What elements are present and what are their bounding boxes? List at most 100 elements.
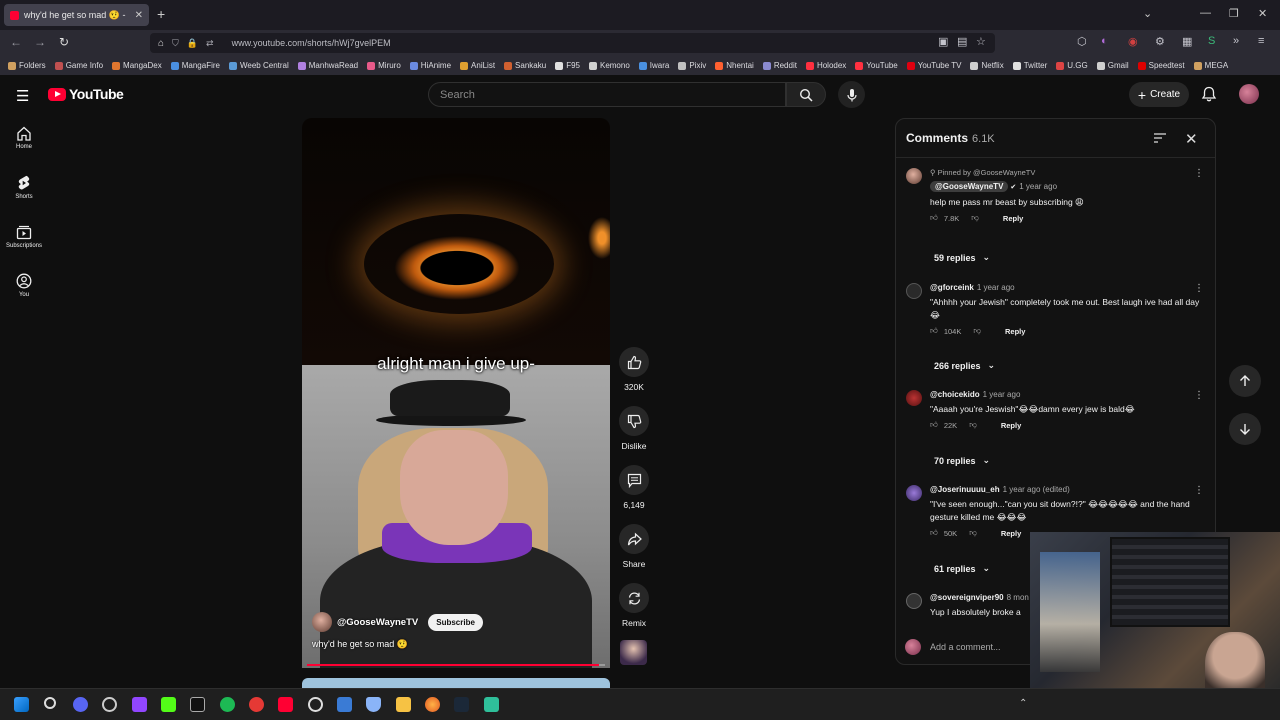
x-app-icon[interactable] xyxy=(190,697,205,712)
spotify-icon[interactable] xyxy=(220,697,235,712)
bookmark-item[interactable]: Nhentai xyxy=(715,61,754,70)
bookmark-item[interactable]: Speedtest xyxy=(1137,61,1185,70)
notifications-bell-icon[interactable] xyxy=(1201,86,1217,108)
nav-item-you[interactable]: You xyxy=(0,273,48,298)
reply-button[interactable]: Reply xyxy=(1005,327,1025,336)
comment-dislike-icon[interactable]: 👎︎ xyxy=(969,420,977,430)
bookmark-item[interactable]: Miruro xyxy=(367,61,401,70)
security-shield-icon[interactable] xyxy=(366,697,381,712)
short-video-player[interactable]: alright man i give up- @GooseWayneTV Sub… xyxy=(302,118,610,668)
reader-icon[interactable]: ▤ xyxy=(957,35,967,48)
menu-icon[interactable]: ≡ xyxy=(1258,35,1264,47)
bookmark-item[interactable]: YouTube TV xyxy=(906,61,961,70)
create-button[interactable]: + Create xyxy=(1129,82,1189,107)
screenshot-icon[interactable]: ▣ xyxy=(938,35,948,48)
video-progress-bar[interactable] xyxy=(307,664,605,666)
youtube-logo[interactable]: YouTube xyxy=(48,86,124,102)
system-tray-chevron-icon[interactable]: ⌃ xyxy=(1019,698,1027,709)
bookmark-item[interactable]: F95 xyxy=(555,61,580,70)
taskbar-search-icon[interactable] xyxy=(44,697,56,709)
channel-name[interactable]: @GooseWayneTV xyxy=(337,617,418,628)
bookmark-item[interactable]: Iwara xyxy=(638,61,669,70)
voice-search-button[interactable] xyxy=(838,81,865,108)
search-button[interactable] xyxy=(786,82,826,107)
add-comment-row[interactable]: Add a comment... xyxy=(895,633,1035,661)
comment-like-icon[interactable]: 👍︎ xyxy=(930,420,938,430)
comment-like-icon[interactable]: 👍︎ xyxy=(930,528,938,538)
discord-icon[interactable] xyxy=(73,697,88,712)
bookmark-item[interactable]: Folders xyxy=(8,61,46,70)
bookmark-item[interactable]: AniList xyxy=(460,61,495,70)
overflow-chevron-icon[interactable]: » xyxy=(1233,35,1239,47)
lock-icon[interactable]: 🔒 xyxy=(187,38,198,49)
file-explorer-icon[interactable] xyxy=(396,697,411,712)
bookmark-item[interactable]: Reddit xyxy=(762,61,797,70)
comment-more-icon[interactable]: ⋮ xyxy=(1194,168,1204,179)
video-title[interactable]: why'd he get so mad 🤨 xyxy=(312,639,408,650)
reload-icon[interactable]: ↻ xyxy=(59,35,69,49)
reply-button[interactable]: Reply xyxy=(1001,529,1021,538)
back-icon[interactable]: ← xyxy=(10,35,22,49)
sort-icon[interactable] xyxy=(1153,131,1167,149)
photos-icon[interactable] xyxy=(337,697,352,712)
browser-tab[interactable]: why'd he get so mad 🤨 - ✕ xyxy=(4,4,149,26)
extension-3-icon[interactable]: ◉ xyxy=(1128,35,1138,48)
permissions-icon[interactable]: ⇄ xyxy=(206,38,214,49)
tab-list-chevron-icon[interactable]: ⌄ xyxy=(1143,7,1152,20)
extension-5-icon[interactable]: ▦ xyxy=(1182,35,1192,48)
window-close-icon[interactable]: ✕ xyxy=(1258,7,1267,20)
comment-author[interactable]: @GooseWayneTV xyxy=(930,181,1009,192)
restore-icon[interactable]: ❐ xyxy=(1229,7,1239,20)
comment-like-icon[interactable]: 👍︎ xyxy=(930,213,938,223)
add-comment-placeholder[interactable]: Add a comment... xyxy=(930,642,1001,652)
bookmark-item[interactable]: MangaFire xyxy=(170,61,220,70)
nav-item-shorts[interactable]: Shorts xyxy=(0,175,48,200)
account-avatar[interactable] xyxy=(1239,84,1259,104)
next-short-preview[interactable] xyxy=(302,678,610,688)
bookmark-item[interactable]: Twitter xyxy=(1012,61,1047,70)
nav-item-home[interactable]: Home xyxy=(0,126,48,150)
address-bar[interactable]: ⌂ ⛉ 🔒 ⇄ www.youtube.com/shorts/hWj7gvelP… xyxy=(150,33,995,53)
shield-icon[interactable]: ⛉ xyxy=(172,38,179,49)
bookmark-item[interactable]: YouTube xyxy=(855,61,898,70)
comment-avatar[interactable] xyxy=(906,390,922,406)
comment-author[interactable]: @Joserinuuuu_eh xyxy=(930,485,1000,494)
like-button[interactable] xyxy=(619,347,649,377)
comment-more-icon[interactable]: ⋮ xyxy=(1194,485,1204,496)
share-button[interactable] xyxy=(619,524,649,554)
media-player-icon[interactable] xyxy=(308,697,323,712)
app-red-icon[interactable] xyxy=(249,697,264,712)
comment-avatar[interactable] xyxy=(906,283,922,299)
hamburger-menu-icon[interactable]: ☰ xyxy=(16,87,29,105)
twitch-icon[interactable] xyxy=(132,697,147,712)
extension-4-icon[interactable]: ⚙ xyxy=(1155,35,1165,48)
reply-button[interactable]: Reply xyxy=(1001,421,1021,430)
comment-dislike-icon[interactable]: 👎︎ xyxy=(971,213,979,223)
next-short-button[interactable] xyxy=(1229,413,1261,445)
close-comments-icon[interactable]: ✕ xyxy=(1185,130,1198,148)
minimize-icon[interactable]: — xyxy=(1200,7,1211,19)
kick-icon[interactable] xyxy=(161,697,176,712)
bookmark-item[interactable]: MEGA xyxy=(1193,61,1228,70)
comment-dislike-icon[interactable]: 👎︎ xyxy=(973,326,981,336)
steam-icon[interactable] xyxy=(454,697,469,712)
extension-icon[interactable]: ⬡ xyxy=(1077,35,1087,48)
replies-toggle[interactable]: 59 replies ⌄ xyxy=(934,252,990,263)
comment-author[interactable]: @gforceink xyxy=(930,283,974,292)
settings-gear-icon[interactable] xyxy=(102,697,117,712)
bookmark-item[interactable]: Weeb Central xyxy=(228,61,289,70)
comment-avatar[interactable] xyxy=(906,485,922,501)
youtube-app-icon[interactable] xyxy=(278,697,293,712)
bookmark-item[interactable]: HiAnime xyxy=(409,61,451,70)
replies-toggle[interactable]: 266 replies ⌄ xyxy=(934,360,995,371)
home-icon[interactable]: ⌂ xyxy=(158,38,164,49)
comments-button[interactable] xyxy=(619,465,649,495)
forward-icon[interactable]: → xyxy=(34,35,46,49)
start-windows-icon[interactable] xyxy=(14,697,29,712)
bookmark-item[interactable]: Holodex xyxy=(805,61,846,70)
comment-dislike-icon[interactable]: 👎︎ xyxy=(969,528,977,538)
extension-2-icon[interactable]: ◐ xyxy=(1101,35,1108,47)
comment-like-icon[interactable]: 👍︎ xyxy=(930,326,938,336)
search-input-wrapper[interactable] xyxy=(428,82,786,107)
tab-close-icon[interactable]: ✕ xyxy=(135,10,143,21)
